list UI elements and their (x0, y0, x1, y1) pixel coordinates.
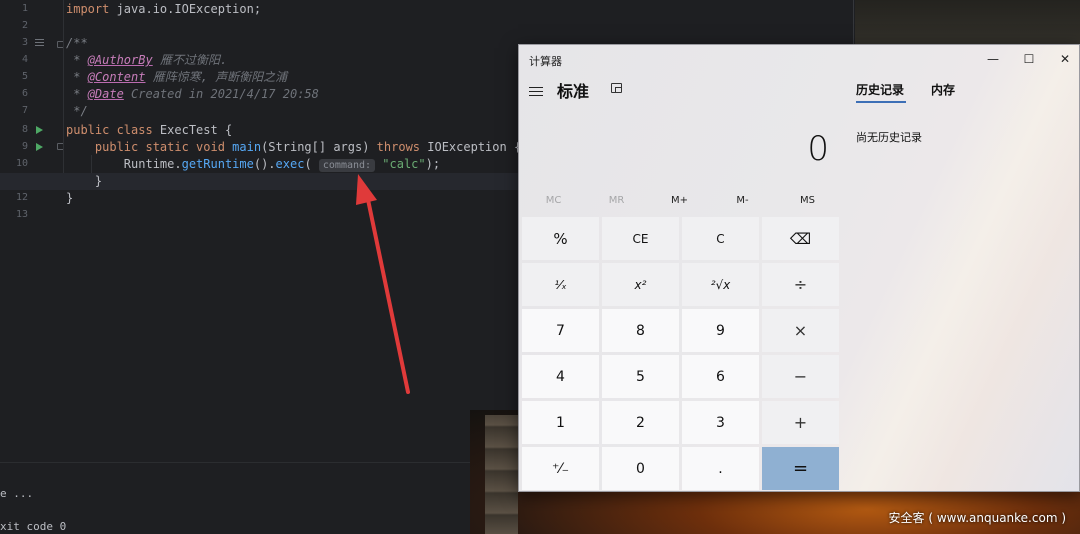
calculator-display: 0 (807, 129, 829, 169)
code-line-9: public static void main(String[] args) t… (94, 140, 522, 154)
digit-8-button[interactable]: 8 (602, 309, 679, 352)
digit-2-button[interactable]: 2 (602, 401, 679, 444)
console-line: xit code 0 (0, 520, 67, 533)
line-number: 13 (15, 209, 28, 220)
minimize-button[interactable]: — (975, 45, 1011, 73)
code-line-8: public class ExecTest { (66, 123, 233, 137)
line-number: 2 (21, 20, 28, 31)
indent-guide (63, 0, 64, 190)
digit-0-button[interactable]: 0 (602, 447, 679, 490)
tab-memory[interactable]: 内存 (931, 81, 955, 98)
line-number: 1 (21, 3, 28, 14)
code-line-3: /** (66, 36, 88, 50)
line-number: 8 (21, 124, 28, 135)
divide-button[interactable]: ÷ (762, 263, 839, 306)
code-line-10: Runtime.getRuntime().exec( command: "cal… (123, 157, 441, 172)
add-button[interactable]: + (762, 401, 839, 444)
equals-button[interactable]: = (762, 447, 839, 490)
tab-history[interactable]: 历史记录 (856, 81, 904, 98)
line-number: 5 (21, 71, 28, 82)
editor-gutter: 1 2 3 4 5 6 7 8 9 10 11 12 13 (0, 0, 58, 455)
digit-6-button[interactable]: 6 (682, 355, 759, 398)
console-divider (0, 462, 520, 463)
digit-5-button[interactable]: 5 (602, 355, 679, 398)
code-line-5: * @Content 雁阵惊寒, 声断衡阳之浦 (66, 70, 288, 84)
memory-add-button[interactable]: M+ (648, 195, 711, 206)
digit-4-button[interactable]: 4 (522, 355, 599, 398)
memory-recall-button[interactable]: MR (585, 195, 648, 206)
active-tab-indicator (856, 101, 906, 103)
digit-3-button[interactable]: 3 (682, 401, 759, 444)
clear-button[interactable]: C (682, 217, 759, 260)
keep-on-top-icon[interactable] (611, 83, 622, 93)
line-number: 7 (21, 105, 28, 116)
line-number: 3 (21, 37, 28, 48)
memory-clear-button[interactable]: MC (522, 195, 585, 206)
line-number: 4 (21, 54, 28, 65)
digit-7-button[interactable]: 7 (522, 309, 599, 352)
line-number: 10 (15, 158, 28, 169)
square-button[interactable]: x² (602, 263, 679, 306)
doc-list-icon[interactable] (35, 39, 44, 46)
code-line-11: } (66, 174, 103, 188)
window-title: 计算器 (529, 55, 562, 68)
memory-store-button[interactable]: MS (776, 195, 839, 206)
code-line-12: } (66, 191, 74, 205)
subtract-button[interactable]: − (762, 355, 839, 398)
run-class-icon[interactable] (36, 126, 43, 134)
watermark: 安全客 ( www.anquanke.com ) (888, 511, 1066, 525)
multiply-button[interactable]: × (762, 309, 839, 352)
reciprocal-button[interactable]: ¹⁄ₓ (522, 263, 599, 306)
wallpaper-pillar (485, 415, 518, 534)
code-line-7: */ (66, 104, 88, 118)
line-number: 9 (21, 141, 28, 152)
parameter-hint: command: (318, 159, 376, 172)
console-line: e ... (0, 487, 34, 500)
calculator-mode-title: 标准 (557, 82, 590, 101)
backspace-button[interactable]: ⌫ (762, 217, 839, 260)
clear-entry-button[interactable]: CE (602, 217, 679, 260)
run-main-icon[interactable] (36, 143, 43, 151)
line-number: 12 (15, 192, 28, 203)
close-button[interactable]: ✕ (1047, 45, 1080, 73)
percent-button[interactable]: % (522, 217, 599, 260)
code-line-6: * @Date Created in 2021/4/17 20:58 (66, 87, 319, 101)
code-line-4: * @AuthorBy 雁不过衡阳. (66, 53, 228, 67)
line-number: 6 (21, 88, 28, 99)
square-root-button[interactable]: ²√x (682, 263, 759, 306)
decimal-button[interactable]: . (682, 447, 759, 490)
digit-1-button[interactable]: 1 (522, 401, 599, 444)
calculator-window[interactable]: 计算器 — ☐ ✕ 标准 0 MC MR M+ M- MS % CE C ⌫ ¹… (518, 44, 1080, 492)
negate-button[interactable]: ⁺⁄₋ (522, 447, 599, 490)
history-empty-message: 尚无历史记录 (856, 131, 922, 144)
memory-subtract-button[interactable]: M- (711, 195, 774, 206)
maximize-button[interactable]: ☐ (1011, 45, 1047, 73)
code-line-1: import java.io.IOException; (66, 2, 262, 16)
digit-9-button[interactable]: 9 (682, 309, 759, 352)
hamburger-menu-icon[interactable] (529, 87, 543, 96)
